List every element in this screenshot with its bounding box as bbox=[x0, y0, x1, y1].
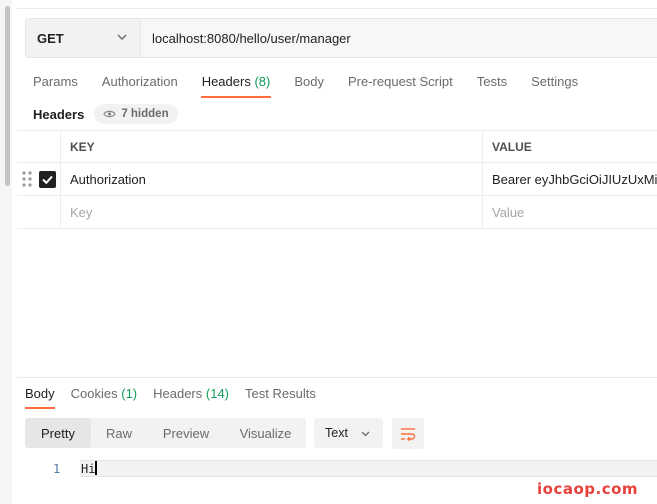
tab-count: (8) bbox=[254, 74, 271, 89]
response-tab-headers[interactable]: Headers (14) bbox=[153, 385, 229, 409]
row-enabled-checkbox[interactable] bbox=[39, 171, 56, 188]
text-caret bbox=[95, 461, 98, 475]
watermark: iocaop.com bbox=[537, 480, 639, 498]
tab-label: Params bbox=[33, 74, 78, 89]
left-scrollbar[interactable] bbox=[0, 0, 12, 504]
header-spacer bbox=[17, 131, 61, 162]
response-tab-test-results[interactable]: Test Results bbox=[245, 385, 316, 409]
row-controls-empty bbox=[17, 196, 61, 228]
hidden-count-label: 7 hidden bbox=[121, 108, 169, 120]
request-url-bar: GET localhost:8080/hello/user/manager bbox=[25, 18, 657, 58]
tab-params[interactable]: Params bbox=[33, 72, 78, 98]
response-divider[interactable] bbox=[17, 377, 657, 378]
wrap-lines-icon bbox=[401, 427, 416, 441]
view-raw-button[interactable]: Raw bbox=[91, 418, 147, 448]
tab-pre-request-script[interactable]: Pre-request Script bbox=[348, 72, 453, 98]
drag-handle-icon[interactable] bbox=[22, 171, 32, 187]
tab-tests[interactable]: Tests bbox=[477, 72, 507, 98]
key-column-header: KEY bbox=[61, 131, 483, 162]
chevron-down-icon bbox=[117, 34, 127, 40]
tab-label: Body bbox=[25, 386, 55, 401]
tab-label: Pre-request Script bbox=[347, 74, 453, 89]
view-visualize-button[interactable]: Visualize bbox=[225, 418, 306, 448]
tab-label: Settings bbox=[531, 74, 579, 89]
response-tab-body[interactable]: Body bbox=[25, 385, 55, 409]
response-tab-cookies[interactable]: Cookies (1) bbox=[71, 385, 137, 409]
headers-section-title: Headers bbox=[33, 106, 85, 122]
format-label: Text bbox=[325, 426, 348, 440]
table-row: Authorization Bearer eyJhbGciOiJIUzUxMiJ bbox=[17, 163, 657, 196]
top-divider bbox=[17, 8, 657, 9]
tab-label: Body bbox=[294, 74, 324, 89]
headers-table: KEY VALUE Authorization Bearer eyJhbGciO… bbox=[17, 130, 657, 229]
url-input[interactable]: localhost:8080/hello/user/manager bbox=[141, 19, 657, 57]
request-tabs: Params Authorization Headers (8) Body Pr… bbox=[33, 72, 602, 98]
view-mode-selector: Pretty Raw Preview Visualize bbox=[25, 418, 306, 448]
tab-label: Test Results bbox=[245, 386, 316, 401]
new-value-input[interactable]: Value bbox=[483, 196, 657, 228]
value-column-header: VALUE bbox=[492, 139, 532, 154]
tab-label: Tests bbox=[476, 74, 508, 89]
hidden-headers-toggle[interactable]: 7 hidden bbox=[94, 104, 178, 124]
view-pretty-button[interactable]: Pretty bbox=[25, 418, 91, 448]
eye-icon bbox=[103, 110, 117, 118]
tab-count: (14) bbox=[205, 386, 230, 401]
format-select[interactable]: Text bbox=[314, 418, 383, 448]
tab-count: (1) bbox=[121, 386, 138, 401]
tab-body[interactable]: Body bbox=[294, 72, 324, 98]
tab-label: Headers bbox=[201, 74, 251, 89]
line-number: 1 bbox=[53, 462, 61, 476]
headers-subheader: Headers 7 hidden bbox=[33, 104, 178, 124]
tab-settings[interactable]: Settings bbox=[531, 72, 578, 98]
response-tabs: Body Cookies (1) Headers (14) Test Resul… bbox=[25, 385, 332, 409]
scrollbar-thumb[interactable] bbox=[5, 6, 10, 186]
wrap-lines-button[interactable] bbox=[392, 418, 424, 449]
header-value-cell[interactable]: Bearer eyJhbGciOiJIUzUxMiJ bbox=[483, 163, 657, 195]
table-row-new: Key Value bbox=[17, 196, 657, 229]
row-controls bbox=[17, 163, 61, 195]
new-key-input[interactable]: Key bbox=[61, 196, 483, 228]
tab-headers[interactable]: Headers (8) bbox=[200, 72, 271, 98]
response-body-editor[interactable]: 1 Hi bbox=[25, 460, 657, 478]
tab-authorization[interactable]: Authorization bbox=[102, 72, 178, 98]
code-line[interactable]: Hi bbox=[80, 460, 657, 477]
tab-label: Cookies bbox=[70, 386, 118, 401]
header-key-cell[interactable]: Authorization bbox=[61, 163, 483, 195]
view-preview-button[interactable]: Preview bbox=[147, 418, 225, 448]
table-header-row: KEY VALUE bbox=[17, 130, 657, 163]
tab-label: Headers bbox=[153, 386, 203, 401]
checkmark-icon bbox=[42, 175, 53, 185]
method-label: GET bbox=[37, 30, 64, 46]
code-text: Hi bbox=[81, 462, 96, 476]
tab-label: Authorization bbox=[101, 74, 178, 89]
method-select[interactable]: GET bbox=[26, 19, 141, 57]
chevron-down-icon bbox=[361, 431, 370, 437]
